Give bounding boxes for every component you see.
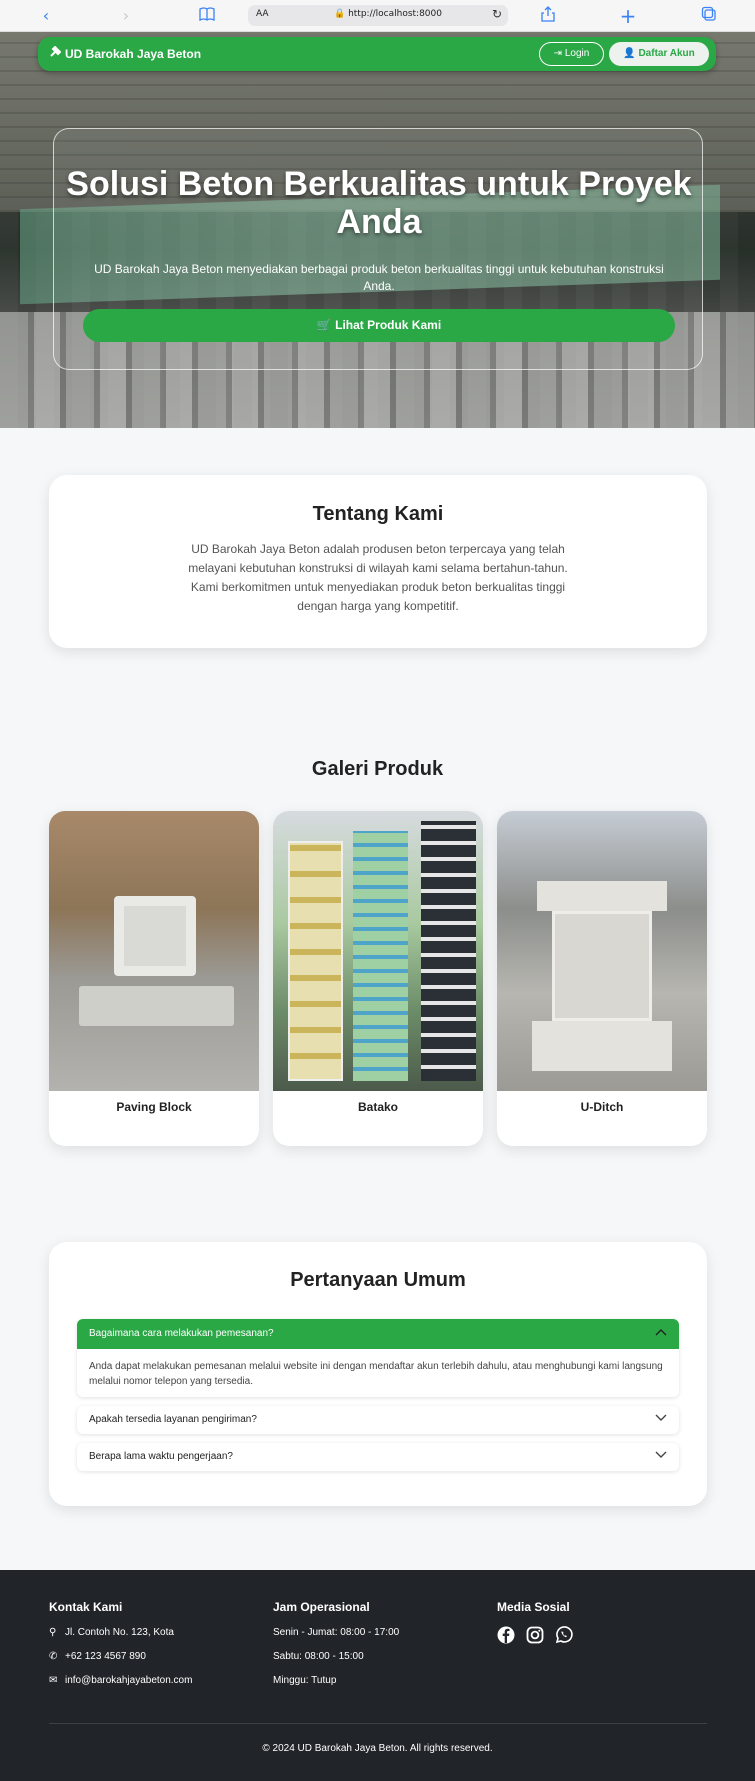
chevron-down-icon	[655, 1450, 667, 1462]
faq-question-text: Bagaimana cara melakukan pemesanan?	[89, 1328, 274, 1339]
chevron-up-icon	[655, 1327, 667, 1339]
tabs-icon[interactable]	[699, 6, 719, 26]
login-label: Login	[564, 48, 590, 59]
faq-title: Pertanyaan Umum	[290, 1269, 466, 1291]
footer-divider	[49, 1723, 707, 1724]
product-name: Paving Block	[116, 1100, 192, 1114]
hours-line: Senin - Jumat: 08:00 - 17:00	[273, 1627, 400, 1638]
footer-address: ⚲ Jl. Contoh No. 123, Kota	[49, 1626, 192, 1650]
footer-contact-title: Kontak Kami	[49, 1600, 123, 1614]
faq-item-open: Bagaimana cara melakukan pemesanan? Anda…	[77, 1319, 679, 1397]
product-image-batako	[273, 811, 483, 1091]
login-button[interactable]: ⇥ Login	[539, 42, 604, 66]
product-name: U-Ditch	[580, 1100, 624, 1114]
whatsapp-icon[interactable]	[555, 1626, 573, 1648]
faq-question-text: Berapa lama waktu pengerjaan?	[89, 1451, 233, 1462]
product-name: Batako	[357, 1100, 398, 1114]
chevron-down-icon	[655, 1413, 667, 1425]
register-label: Daftar Akun	[638, 48, 695, 59]
bookmarks-icon[interactable]	[197, 6, 217, 26]
about-text: UD Barokah Jaya Beton adalah produsen be…	[188, 542, 568, 613]
address-text: Jl. Contoh No. 123, Kota	[65, 1627, 174, 1638]
footer-hours: Jam Operasional Senin - Jumat: 08:00 - 1…	[273, 1600, 399, 1698]
forward-icon[interactable]: ›	[116, 6, 136, 26]
gallery-title: Galeri Produk	[311, 758, 444, 780]
hours-line: Minggu: Tutup	[273, 1675, 337, 1686]
browser-toolbar: ‹ › AA 🔒 http://localhost:8000 ↻ +	[0, 0, 755, 32]
product-image-u-ditch	[497, 811, 707, 1091]
faq-answer-text: Anda dapat melakukan pemesanan melalui w…	[89, 1361, 663, 1387]
navbar: UD Barokah Jaya Beton ⇥ Login 👤 Daftar A…	[38, 37, 716, 71]
footer: Kontak Kami ⚲ Jl. Contoh No. 123, Kota ✆ +…	[0, 1570, 755, 1781]
back-icon[interactable]: ‹	[36, 6, 56, 26]
instagram-icon[interactable]	[526, 1626, 549, 1648]
copyright-text: © 2024 UD Barokah Jaya Beton. All rights…	[262, 1743, 493, 1754]
hero-content-box: Solusi Beton Berkualitas untuk Proyek An…	[53, 128, 703, 370]
reload-icon[interactable]: ↻	[492, 7, 502, 21]
facebook-icon[interactable]	[497, 1626, 520, 1648]
user-plus-icon: 👤	[623, 48, 636, 59]
url-text: 🔒 http://localhost:8000	[334, 9, 442, 19]
login-icon: ⇥	[553, 48, 563, 59]
faq-card: Pertanyaan Umum Bagaimana cara melakukan…	[49, 1242, 707, 1506]
footer-social-title: Media Sosial	[497, 1600, 570, 1614]
faq-question-text: Apakah tersedia layanan pengiriman?	[89, 1414, 257, 1425]
email-text: info@barokahjayabeton.com	[65, 1675, 193, 1686]
register-button[interactable]: 👤 Daftar Akun	[609, 42, 709, 66]
envelope-icon: ✉	[49, 1675, 58, 1686]
hammer-icon	[49, 45, 62, 61]
reader-aa-button[interactable]: AA	[256, 9, 269, 19]
brand-name: UD Barokah Jaya Beton	[65, 47, 202, 61]
social-links	[497, 1626, 579, 1649]
product-card-batako[interactable]: Batako	[273, 811, 483, 1146]
footer-contact: Kontak Kami ⚲ Jl. Contoh No. 123, Kota ✆ +…	[49, 1600, 192, 1698]
address-bar[interactable]: AA 🔒 http://localhost:8000 ↻	[248, 5, 508, 26]
hero-title: Solusi Beton Berkualitas untuk Proyek An…	[66, 165, 692, 241]
view-products-button[interactable]: 🛒 Lihat Produk Kami	[83, 309, 675, 342]
phone-icon: ✆	[49, 1651, 58, 1662]
about-card: Tentang Kami UD Barokah Jaya Beton adala…	[49, 475, 707, 648]
faq-question-button[interactable]: Berapa lama waktu pengerjaan?	[77, 1443, 679, 1471]
product-card-paving-block[interactable]: Paving Block	[49, 811, 259, 1146]
map-pin-icon: ⚲	[49, 1627, 57, 1638]
footer-phone[interactable]: ✆ +62 123 4567 890	[49, 1650, 192, 1674]
about-title: Tentang Kami	[312, 503, 444, 525]
footer-email[interactable]: ✉ info@barokahjayabeton.com	[49, 1674, 192, 1698]
hero-subtitle: UD Barokah Jaya Beton menyediakan berbag…	[94, 262, 664, 293]
share-icon[interactable]	[538, 6, 558, 26]
footer-social: Media Sosial	[497, 1600, 579, 1649]
hours-line: Sabtu: 08:00 - 15:00	[273, 1651, 364, 1662]
cart-icon: 🛒	[316, 318, 332, 332]
brand-link[interactable]: UD Barokah Jaya Beton	[49, 45, 202, 61]
view-products-label: Lihat Produk Kami	[335, 318, 442, 332]
product-card-u-ditch[interactable]: U-Ditch	[497, 811, 707, 1146]
faq-question-button[interactable]: Bagaimana cara melakukan pemesanan?	[77, 1319, 679, 1349]
new-tab-icon[interactable]: +	[618, 6, 638, 26]
url-value: http://localhost:8000	[348, 9, 442, 19]
phone-text: +62 123 4567 890	[65, 1651, 146, 1662]
product-image-paving-block	[49, 811, 259, 1091]
faq-question-button[interactable]: Apakah tersedia layanan pengiriman?	[77, 1406, 679, 1434]
footer-hours-title: Jam Operasional	[273, 1600, 370, 1614]
